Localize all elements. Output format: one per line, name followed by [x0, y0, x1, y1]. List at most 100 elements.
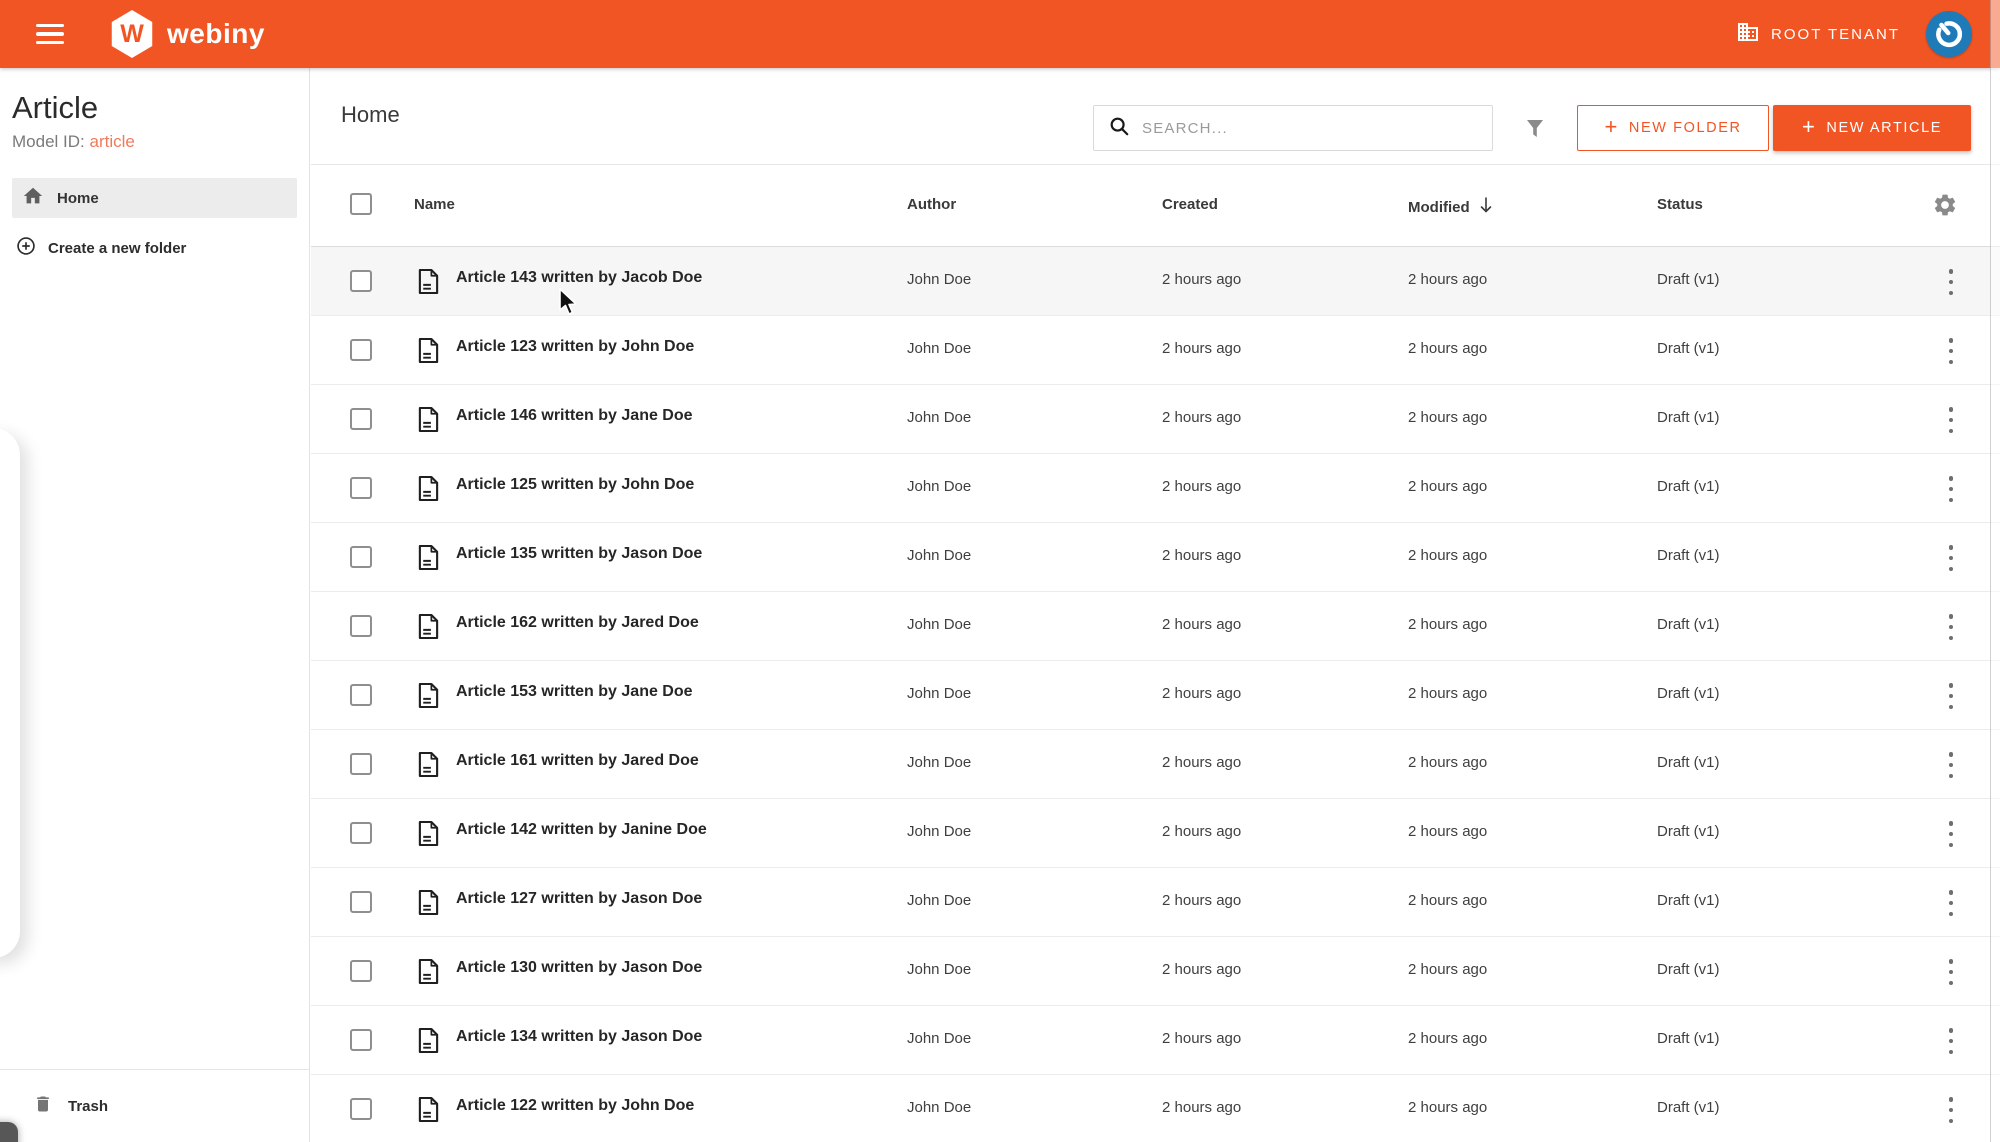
row-checkbox[interactable]	[350, 270, 372, 292]
row-actions-kebab-icon[interactable]	[1941, 476, 1961, 502]
select-all-checkbox[interactable]	[350, 193, 372, 215]
document-icon	[417, 682, 440, 714]
row-name[interactable]: Article 123 written by John Doe	[456, 338, 694, 356]
new-article-button[interactable]: + NEW ARTICLE	[1773, 105, 1971, 151]
row-checkbox[interactable]	[350, 891, 372, 913]
corner-artifact	[0, 1122, 18, 1142]
row-modified: 2 hours ago	[1408, 892, 1488, 909]
row-checkbox[interactable]	[350, 960, 372, 982]
vertical-scrollbar[interactable]	[1990, 0, 2000, 1142]
row-name[interactable]: Article 134 written by Jason Doe	[456, 1028, 702, 1046]
row-actions-kebab-icon[interactable]	[1941, 821, 1961, 847]
row-status: Draft (v1)	[1657, 271, 1720, 288]
row-checkbox[interactable]	[350, 684, 372, 706]
row-modified: 2 hours ago	[1408, 478, 1488, 495]
row-status: Draft (v1)	[1657, 1030, 1720, 1047]
row-modified: 2 hours ago	[1408, 1099, 1488, 1116]
row-actions-kebab-icon[interactable]	[1941, 683, 1961, 709]
column-header-author[interactable]: Author	[907, 196, 956, 213]
row-actions-kebab-icon[interactable]	[1941, 890, 1961, 916]
row-checkbox[interactable]	[350, 753, 372, 775]
row-checkbox[interactable]	[350, 546, 372, 568]
row-checkbox[interactable]	[350, 1029, 372, 1051]
table-row[interactable]: Article 125 written by John Doe John Doe…	[311, 454, 2000, 523]
create-folder-label: Create a new folder	[48, 240, 187, 257]
row-name[interactable]: Article 135 written by Jason Doe	[456, 545, 702, 563]
sort-desc-arrow-icon	[1478, 196, 1494, 218]
table-row[interactable]: Article 135 written by Jason Doe John Do…	[311, 523, 2000, 592]
table-row[interactable]: Article 162 written by Jared Doe John Do…	[311, 592, 2000, 661]
avatar[interactable]	[1926, 11, 1972, 57]
table-row[interactable]: Article 146 written by Jane Doe John Doe…	[311, 385, 2000, 454]
row-checkbox[interactable]	[350, 477, 372, 499]
search-input[interactable]	[1142, 119, 1492, 137]
row-author: John Doe	[907, 961, 972, 978]
column-header-modified[interactable]: Modified	[1408, 196, 1494, 218]
top-bar: W webiny ROOT TENANT	[0, 0, 2000, 68]
row-checkbox[interactable]	[350, 615, 372, 637]
table-row[interactable]: Article 153 written by Jane Doe John Doe…	[311, 661, 2000, 730]
row-name[interactable]: Article 146 written by Jane Doe	[456, 407, 693, 425]
tenant-selector[interactable]: ROOT TENANT	[1736, 20, 1900, 48]
column-header-status[interactable]: Status	[1657, 196, 1703, 213]
document-icon	[417, 1027, 440, 1059]
row-actions-kebab-icon[interactable]	[1941, 545, 1961, 571]
column-header-created[interactable]: Created	[1162, 196, 1218, 213]
row-actions-kebab-icon[interactable]	[1941, 1028, 1961, 1054]
sidebar-item-home[interactable]: Home	[12, 178, 297, 218]
row-modified: 2 hours ago	[1408, 823, 1488, 840]
row-actions-kebab-icon[interactable]	[1941, 614, 1961, 640]
filter-icon[interactable]	[1523, 116, 1547, 147]
document-icon	[417, 475, 440, 507]
row-actions-kebab-icon[interactable]	[1941, 338, 1961, 364]
row-name[interactable]: Article 130 written by Jason Doe	[456, 959, 702, 977]
new-folder-button[interactable]: + NEW FOLDER	[1577, 105, 1769, 151]
row-name[interactable]: Article 127 written by Jason Doe	[456, 890, 702, 908]
row-created: 2 hours ago	[1162, 961, 1242, 978]
row-author: John Doe	[907, 892, 972, 909]
row-author: John Doe	[907, 478, 972, 495]
table-row[interactable]: Article 123 written by John Doe John Doe…	[311, 316, 2000, 385]
row-checkbox[interactable]	[350, 1098, 372, 1120]
table-row[interactable]: Article 161 written by Jared Doe John Do…	[311, 730, 2000, 799]
table-row[interactable]: Article 122 written by John Doe John Doe…	[311, 1075, 2000, 1142]
row-name[interactable]: Article 142 written by Janine Doe	[456, 821, 707, 839]
row-checkbox[interactable]	[350, 339, 372, 361]
row-author: John Doe	[907, 409, 972, 426]
circle-plus-icon	[16, 236, 36, 261]
table-settings-gear-icon[interactable]	[1932, 192, 1958, 223]
tenant-label: ROOT TENANT	[1771, 25, 1900, 43]
row-checkbox[interactable]	[350, 408, 372, 430]
row-name[interactable]: Article 162 written by Jared Doe	[456, 614, 699, 632]
row-status: Draft (v1)	[1657, 478, 1720, 495]
row-author: John Doe	[907, 685, 972, 702]
create-folder-button[interactable]: Create a new folder	[16, 236, 309, 261]
row-name[interactable]: Article 153 written by Jane Doe	[456, 683, 693, 701]
model-id-link[interactable]: article	[89, 132, 134, 151]
document-icon	[417, 1096, 440, 1128]
row-checkbox[interactable]	[350, 822, 372, 844]
row-actions-kebab-icon[interactable]	[1941, 269, 1961, 295]
row-author: John Doe	[907, 1099, 972, 1116]
sidebar-item-trash[interactable]: Trash	[0, 1069, 309, 1142]
table-row[interactable]: Article 142 written by Janine Doe John D…	[311, 799, 2000, 868]
table-body: Article 143 written by Jacob Doe John Do…	[311, 247, 2000, 1142]
row-name[interactable]: Article 122 written by John Doe	[456, 1097, 694, 1115]
row-name[interactable]: Article 143 written by Jacob Doe	[456, 269, 702, 287]
row-author: John Doe	[907, 754, 972, 771]
table-row[interactable]: Article 127 written by Jason Doe John Do…	[311, 868, 2000, 937]
row-actions-kebab-icon[interactable]	[1941, 959, 1961, 985]
table-row[interactable]: Article 134 written by Jason Doe John Do…	[311, 1006, 2000, 1075]
row-created: 2 hours ago	[1162, 754, 1242, 771]
column-header-name[interactable]: Name	[414, 196, 455, 213]
table-row[interactable]: Article 130 written by Jason Doe John Do…	[311, 937, 2000, 1006]
row-actions-kebab-icon[interactable]	[1941, 1097, 1961, 1123]
row-name[interactable]: Article 161 written by Jared Doe	[456, 752, 699, 770]
menu-icon[interactable]	[36, 24, 64, 44]
drawer-shadow	[0, 428, 20, 958]
row-actions-kebab-icon[interactable]	[1941, 752, 1961, 778]
row-name[interactable]: Article 125 written by John Doe	[456, 476, 694, 494]
table-row[interactable]: Article 143 written by Jacob Doe John Do…	[311, 247, 2000, 316]
row-actions-kebab-icon[interactable]	[1941, 407, 1961, 433]
row-status: Draft (v1)	[1657, 409, 1720, 426]
